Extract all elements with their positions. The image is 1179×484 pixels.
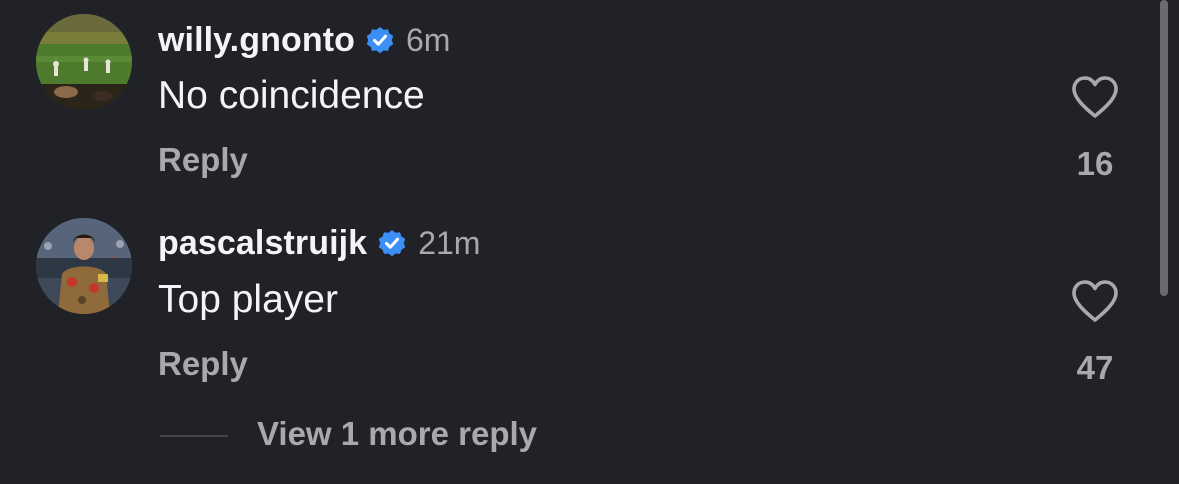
comment-header: pascalstruijk 21m [158,221,480,265]
like-button[interactable] [1070,278,1120,324]
comment-time: 6m [405,21,451,58]
avatar[interactable] [36,14,132,110]
comment-header: willy.gnonto 6m [158,18,450,62]
reply-button[interactable]: Reply [158,345,248,383]
scrollbar[interactable] [1160,0,1168,296]
like-count: 16 [1076,145,1114,182]
comment-time: 21m [418,224,481,261]
like-button[interactable] [1070,74,1120,120]
avatar[interactable] [36,218,132,314]
verified-badge-icon [364,24,396,56]
stadium-crowd-avatar-image [36,14,132,110]
like-count: 47 [1076,349,1114,386]
heart-outline-icon [1072,280,1118,322]
verified-badge-icon [376,227,408,259]
heart-outline-icon [1072,76,1118,118]
view-more-replies-button[interactable]: View 1 more reply [257,415,537,453]
reply-button[interactable]: Reply [158,141,248,179]
player-portrait-avatar-image [36,218,132,314]
comment-text: Top player [158,278,338,321]
username[interactable]: pascalstruijk [158,224,367,263]
replies-divider-line [160,435,228,437]
comment-text: No coincidence [158,74,425,117]
username[interactable]: willy.gnonto [158,21,355,60]
